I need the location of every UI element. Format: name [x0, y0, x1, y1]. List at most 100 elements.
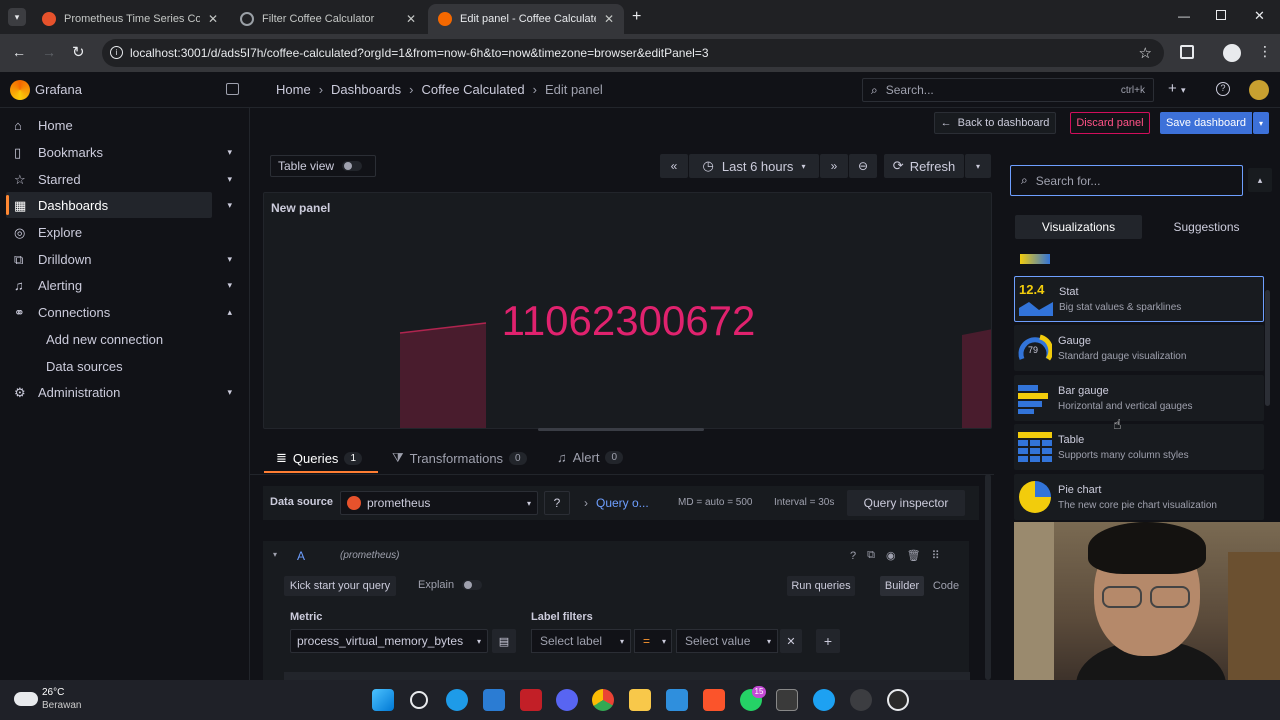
chevron-down-icon[interactable]: ▾ — [227, 147, 232, 158]
close-window-icon[interactable]: ✕ — [1254, 8, 1265, 24]
kick-start-query-button[interactable]: Kick start your query — [284, 576, 396, 596]
select-value-dropdown[interactable]: Select value ▾ — [676, 629, 778, 653]
time-shift-forward-icon[interactable]: » — [820, 154, 848, 178]
close-tab-icon[interactable]: ✕ — [406, 12, 416, 26]
refresh-interval-chevron-icon[interactable]: ▾ — [965, 154, 991, 178]
eye-icon[interactable]: ◉ — [886, 549, 896, 562]
chevron-up-icon[interactable]: ▴ — [227, 307, 232, 318]
browser-menu-icon[interactable]: ⋮ — [1258, 43, 1272, 60]
site-info-icon[interactable]: i — [110, 46, 123, 59]
vscode-icon[interactable] — [666, 689, 688, 711]
panel-resize-handle[interactable] — [538, 428, 704, 431]
weather-cloud-icon[interactable] — [14, 692, 38, 706]
reload-icon[interactable]: ↻ — [72, 43, 85, 61]
grafana-search-input[interactable]: ⌕ Search... ctrl+k — [862, 78, 1154, 102]
table-view-toggle[interactable]: Table view — [270, 155, 376, 177]
close-tab-icon[interactable]: ✕ — [208, 12, 218, 26]
grafana-logo-icon[interactable] — [10, 80, 30, 100]
duplicate-icon[interactable]: ⧉ — [867, 549, 875, 562]
sidebar-item-home[interactable]: ⌂ Home — [6, 112, 212, 138]
collapse-chevron-icon[interactable]: ▾ — [273, 550, 277, 559]
query-inspector-button[interactable]: Query inspector — [847, 490, 965, 516]
metric-select[interactable]: process_virtual_memory_bytes ▾ — [290, 629, 488, 653]
select-label-dropdown[interactable]: Select label ▾ — [531, 629, 631, 653]
forward-arrow-icon[interactable]: → — [42, 44, 56, 60]
file-explorer-icon[interactable] — [629, 689, 651, 711]
add-filter-icon[interactable]: + — [816, 629, 840, 653]
chevron-down-icon[interactable]: ▾ — [227, 174, 232, 185]
drag-handle-icon[interactable]: ⠿ — [932, 549, 940, 562]
chevron-down-icon[interactable]: ▾ — [227, 387, 232, 398]
brave-icon[interactable] — [703, 689, 725, 711]
sidebar-item-connections[interactable]: ⚭ Connections ▴ — [6, 299, 232, 325]
sidebar-item-add-new-connection[interactable]: Add new connection — [6, 326, 212, 352]
back-arrow-icon[interactable]: ← — [12, 44, 26, 60]
breadcrumb-dashboard[interactable]: Coffee Calculated — [421, 82, 524, 97]
minimize-icon[interactable]: — — [1178, 9, 1190, 23]
zoom-out-icon[interactable]: ⊖ — [849, 154, 877, 178]
sidebar-item-explore[interactable]: ◎ Explore — [6, 219, 212, 245]
tab-alert[interactable]: ♫ Alert 0 — [557, 450, 624, 465]
back-to-dashboard-button[interactable]: ← Back to dashboard — [934, 112, 1056, 134]
taskbar-search-icon[interactable] — [410, 691, 428, 709]
metrics-explorer-book-icon[interactable]: ▤ — [492, 629, 516, 653]
weather-desc[interactable]: Berawan — [42, 700, 81, 711]
run-queries-button[interactable]: Run queries — [787, 576, 855, 596]
chrome-active-icon[interactable] — [850, 689, 872, 711]
add-icon[interactable]: + ▾ — [1168, 80, 1185, 97]
query-options-toggle[interactable]: › Query o... — [584, 496, 649, 510]
sidebar-item-drilldown[interactable]: ⧉ Drilldown ▾ — [6, 246, 232, 272]
viz-item-bar-gauge[interactable]: Bar gauge Horizontal and vertical gauges — [1014, 375, 1264, 421]
chevron-down-icon[interactable]: ▾ — [227, 254, 232, 265]
breadcrumb-home[interactable]: Home — [276, 82, 311, 97]
viz-item-gauge[interactable]: 79 Gauge Standard gauge visualization — [1014, 325, 1264, 371]
browser-tab[interactable]: Filter Coffee Calculator ✕ — [230, 4, 426, 34]
discard-panel-button[interactable]: Discard panel — [1070, 112, 1150, 134]
sidebar-item-starred[interactable]: ☆ Starred ▾ — [6, 166, 232, 192]
app-icon[interactable] — [887, 689, 909, 711]
datasource-picker[interactable]: prometheus ▾ — [340, 491, 538, 515]
viz-search-input[interactable]: ⌕ Search for... — [1010, 165, 1243, 196]
app-icon[interactable] — [520, 689, 542, 711]
tab-queries[interactable]: ≣ Queries 1 — [276, 450, 362, 466]
help-icon[interactable]: ? — [1216, 82, 1230, 96]
refresh-button[interactable]: ⟳ Refresh — [884, 154, 964, 178]
explain-toggle[interactable]: Explain — [418, 579, 483, 591]
collapse-chevron-up-icon[interactable]: ▴ — [1248, 168, 1272, 192]
viz-list-scrollbar[interactable] — [1265, 290, 1270, 406]
new-tab-icon[interactable]: + — [632, 8, 641, 26]
remove-filter-icon[interactable]: ✕ — [780, 629, 802, 653]
trash-icon[interactable]: 🗑 — [907, 549, 921, 562]
close-tab-icon[interactable]: ✕ — [604, 12, 614, 26]
toggle-switch[interactable] — [342, 161, 363, 171]
query-ref-id[interactable]: A — [297, 549, 305, 563]
help-icon[interactable]: ? — [544, 491, 570, 515]
url-bar[interactable]: i localhost:3001/d/ads5I7h/coffee-calcul… — [102, 39, 1164, 67]
sidebar-item-bookmarks[interactable]: ▯ Bookmarks ▾ — [6, 139, 232, 165]
viz-item-pie-chart[interactable]: Pie chart The new core pie chart visualiz… — [1014, 474, 1264, 520]
time-range-picker[interactable]: ◷ Last 6 hours ▾ — [689, 154, 819, 178]
user-avatar[interactable] — [1249, 80, 1269, 100]
browser-tab[interactable]: Prometheus Time Series Collection ✕ — [32, 4, 228, 34]
sidebar-item-dashboards[interactable]: ▦ Dashboards ▾ — [6, 192, 232, 218]
profile-avatar[interactable] — [1223, 44, 1241, 62]
app-icon[interactable] — [813, 689, 835, 711]
maximize-icon[interactable] — [1216, 10, 1226, 20]
viz-item-stat[interactable]: 12.4 Stat Big stat values & sparklines — [1014, 276, 1264, 322]
chrome-icon[interactable] — [592, 689, 614, 711]
app-icon[interactable] — [483, 689, 505, 711]
tab-visualizations[interactable]: Visualizations — [1015, 215, 1142, 239]
operator-dropdown[interactable]: = ▾ — [634, 629, 672, 653]
edge-icon[interactable] — [446, 689, 468, 711]
sidebar-item-data-sources[interactable]: Data sources — [6, 353, 212, 379]
builder-mode-button[interactable]: Builder — [880, 576, 924, 596]
viz-item-table[interactable]: Table Supports many column styles — [1014, 424, 1264, 470]
dock-menu-icon[interactable] — [226, 83, 239, 95]
save-options-chevron-icon[interactable]: ▾ — [1253, 112, 1269, 134]
bookmark-star-icon[interactable]: ☆ — [1139, 44, 1152, 62]
browser-tab-active[interactable]: Edit panel - Coffee Calculated - Dashboa… — [428, 4, 624, 34]
tab-suggestions[interactable]: Suggestions — [1144, 215, 1269, 239]
toggle-switch[interactable] — [462, 580, 483, 590]
chevron-down-icon[interactable]: ▾ — [227, 200, 232, 211]
help-icon[interactable]: ? — [850, 550, 856, 562]
